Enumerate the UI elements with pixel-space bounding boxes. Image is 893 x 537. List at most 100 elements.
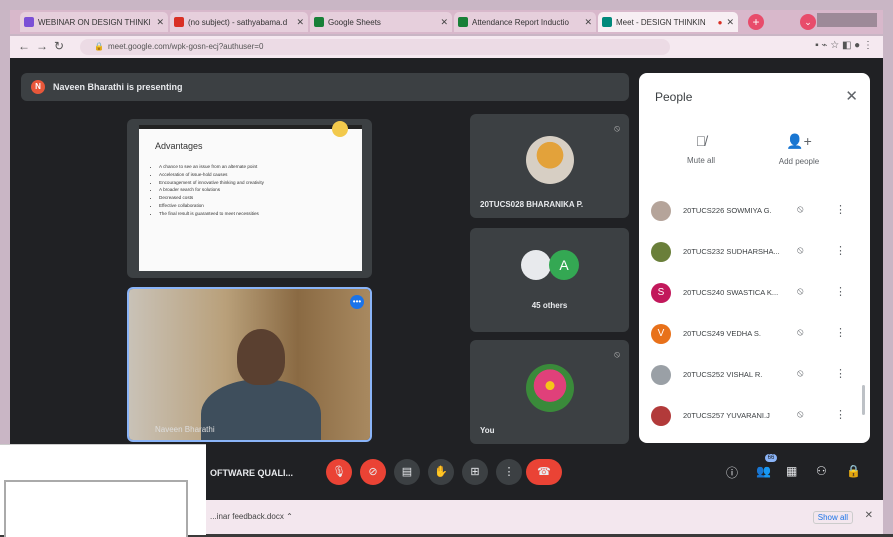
list-item[interactable]: 20TUCS252 VISHAL R. ⦸ ⋮ (651, 361, 851, 389)
scrollbar[interactable] (862, 385, 865, 415)
person-name: 20TUCS252 VISHAL R. (683, 370, 763, 379)
slide-decoration (332, 121, 348, 137)
more-vert-icon[interactable]: ⋮ (835, 408, 846, 421)
slide-bullet: A broader search for solutions (159, 186, 264, 194)
sheets-icon (314, 17, 324, 27)
reload-icon[interactable]: ↻ (54, 39, 64, 53)
slide-bullet: Acceleration of issue-hold causes (159, 171, 264, 179)
address-bar[interactable]: 🔒 meet.google.com/wpk-gosn-ecj?authuser=0 (80, 39, 670, 55)
chevron-down-icon[interactable]: ⌄ (800, 14, 816, 30)
tab-webinar[interactable]: WEBINAR ON DESIGN THINKI ✕ (20, 12, 168, 32)
avatar (526, 364, 574, 412)
overlay-window-frame (4, 480, 188, 537)
avatar (526, 136, 574, 184)
close-icon[interactable]: ✕ (845, 87, 858, 105)
person-name: 20TUCS232 SUDHARSHA... (683, 247, 780, 256)
list-item[interactable]: 20TUCS232 SUDHARSHA... ⦸ ⋮ (651, 238, 851, 266)
back-icon[interactable]: ← (18, 39, 30, 53)
tab-favicon (24, 17, 34, 27)
avatar (651, 406, 671, 426)
list-item[interactable]: S 20TUCS240 SWASTICA K... ⦸ ⋮ (651, 279, 851, 307)
add-people-button[interactable]: 👤+ Add people (764, 133, 834, 166)
more-vert-icon[interactable]: ⋮ (835, 203, 846, 216)
camera-toggle-button[interactable]: ⊘ (360, 459, 386, 485)
list-item[interactable]: 20TUCS257 YUVARANI.J ⦸ ⋮ (651, 402, 851, 430)
close-icon[interactable]: ✕ (440, 17, 448, 28)
sheets-icon (458, 17, 468, 27)
mic-off-icon[interactable]: ⦸ (797, 409, 804, 420)
mute-all-button[interactable]: 🎙̸ Mute all (666, 133, 736, 165)
camera-tile[interactable]: ••• Naveen Bharathi (127, 287, 372, 442)
activities-icon[interactable]: ⚇ (816, 464, 827, 478)
info-icon[interactable]: ⓘ (726, 464, 738, 481)
more-vert-icon[interactable]: ⋮ (835, 244, 846, 257)
more-options-icon[interactable]: ••• (350, 295, 364, 309)
mic-off-icon[interactable]: ⦸ (797, 327, 804, 338)
people-panel: People ✕ 🎙̸ Mute all 👤+ Add people 20TUCS2… (639, 73, 870, 443)
close-icon[interactable]: ✕ (584, 17, 592, 28)
window-controls[interactable] (817, 13, 877, 27)
mic-off-icon[interactable]: ⦸ (797, 245, 804, 256)
tab-attendance-report[interactable]: Attendance Report Inductio ✕ (454, 12, 596, 32)
slide-bullet: Encouragement of innovative thinking and… (159, 179, 264, 187)
participant-name: 20TUCS028 BHARANIKA P. (480, 200, 584, 209)
people-count-badge: 66 (765, 454, 777, 462)
close-icon[interactable]: ✕ (865, 510, 873, 521)
more-vert-icon[interactable]: ⋮ (835, 326, 846, 339)
browser-toolbar: ← → ↻ 🔒 meet.google.com/wpk-gosn-ecj?auth… (10, 36, 883, 58)
mic-off-icon: ⦸ (614, 123, 620, 133)
forward-icon[interactable]: → (36, 39, 48, 53)
browser-tab-strip: WEBINAR ON DESIGN THINKI ✕ (no subject) -… (10, 10, 883, 34)
more-vert-icon[interactable]: ⋮ (835, 367, 846, 380)
tab-meet[interactable]: Meet - DESIGN THINKIN ● ✕ (598, 12, 738, 32)
slide-bullet: Decreased costs (159, 194, 264, 202)
chevron-up-icon[interactable]: ⌃ (286, 512, 293, 521)
mic-off-icon[interactable]: ⦸ (797, 286, 804, 297)
meet-icon (602, 17, 612, 27)
slide-top-bar (139, 125, 362, 129)
slide-bullet: A chance to see an issue from an alterna… (159, 163, 264, 171)
close-icon[interactable]: ✕ (156, 17, 164, 28)
host-controls-icon[interactable]: 🔒 (846, 464, 861, 478)
person-name: 20TUCS240 SWASTICA K... (683, 288, 779, 297)
browser-extension-icons[interactable]: ▪ ⌁ ☆ ◧ ● ⋮ (815, 40, 873, 51)
close-icon[interactable]: ✕ (726, 17, 734, 28)
chat-icon[interactable]: ▦ (786, 464, 797, 478)
slide: Advantages A chance to see an issue from… (139, 121, 362, 271)
list-item[interactable]: 20TUCS226 SOWMIYA G. ⦸ ⋮ (651, 197, 851, 225)
participant-tile-others[interactable]: A 45 others (470, 228, 629, 332)
tab-google-sheets[interactable]: Google Sheets ✕ (310, 12, 452, 32)
meet-area: N Naveen Bharathi is presenting Advantag… (10, 58, 883, 500)
avatar: A (549, 250, 579, 280)
avatar (651, 365, 671, 385)
more-vert-icon[interactable]: ⋮ (835, 285, 846, 298)
people-icon[interactable]: 👥 (756, 464, 771, 478)
presentation-tile[interactable]: Advantages A chance to see an issue from… (127, 119, 372, 278)
list-item[interactable]: V 20TUCS249 VEDHA S. ⦸ ⋮ (651, 320, 851, 348)
mic-off-icon[interactable]: ⦸ (797, 204, 804, 215)
show-all-button[interactable]: Show all (812, 511, 853, 524)
leave-call-button[interactable]: ☎ (526, 459, 562, 485)
present-button[interactable]: ⊞ (462, 459, 488, 485)
new-tab-button[interactable]: + (748, 14, 764, 30)
overlay-window[interactable] (0, 444, 206, 537)
mic-toggle-button[interactable]: 🎙 (326, 459, 352, 485)
avatar: S (651, 283, 671, 303)
captions-button[interactable]: ▤ (394, 459, 420, 485)
mail-icon (174, 17, 184, 27)
avatar (521, 250, 551, 280)
participant-tile-self[interactable]: ⦸ You (470, 340, 629, 444)
person-name: 20TUCS257 YUVARANI.J (683, 411, 770, 420)
participant-tile[interactable]: ⦸ 20TUCS028 BHARANIKA P. (470, 114, 629, 218)
download-item[interactable]: ...inar feedback.docx ⌃ (210, 512, 293, 521)
mic-off-icon[interactable]: ⦸ (797, 368, 804, 379)
close-icon[interactable]: ✕ (296, 17, 304, 28)
avatar (651, 201, 671, 221)
tab-mail[interactable]: (no subject) - sathyabama.d ✕ (170, 12, 308, 32)
raise-hand-button[interactable]: ✋ (428, 459, 454, 485)
person-head (237, 329, 285, 385)
more-options-button[interactable]: ⋮ (496, 459, 522, 485)
lock-icon: 🔒 (94, 42, 104, 51)
recording-dot-icon: ● (717, 17, 723, 27)
add-person-icon: 👤+ (786, 133, 812, 149)
